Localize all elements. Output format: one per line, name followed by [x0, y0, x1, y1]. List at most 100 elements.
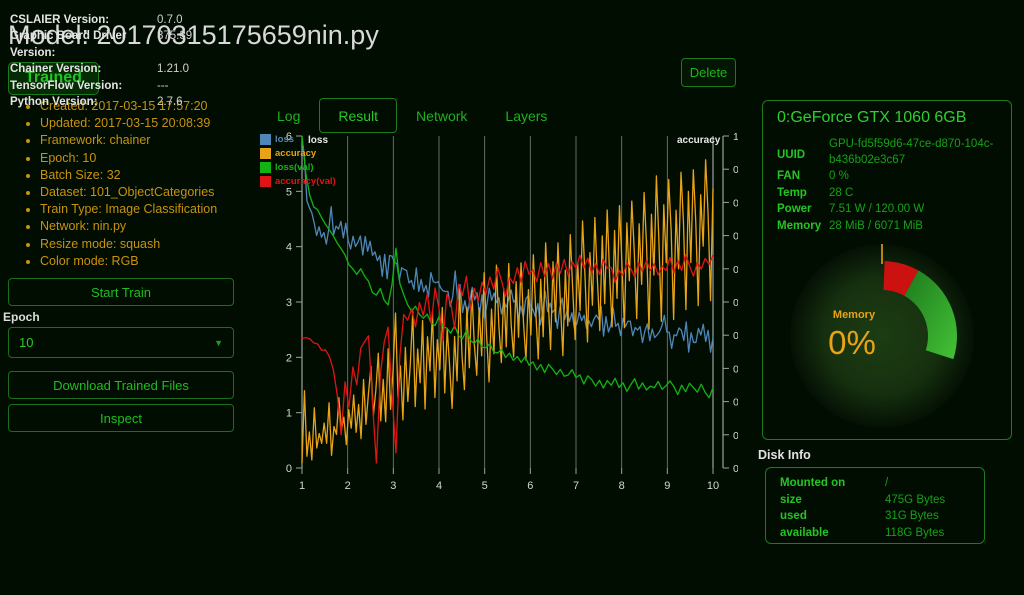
version-value: 2.7.6 [157, 96, 183, 109]
chevron-down-icon: ▼ [214, 337, 223, 348]
series-line-lossval [301, 136, 714, 399]
list-item: Framework: chainer [40, 132, 217, 149]
epoch-select[interactable]: 10 ▼ [8, 327, 234, 358]
axis-tick-label: 0.4 [733, 330, 738, 342]
axis-tick-label: 0.1 [733, 430, 738, 442]
legend-swatch-icon [260, 148, 271, 159]
legend-swatch-icon [260, 134, 271, 145]
meta-text: Network: nin.py [40, 219, 127, 234]
delete-button[interactable]: Delete [681, 58, 736, 87]
tab-label: Network [416, 107, 468, 124]
list-item: Dataset: 101_ObjectCategories [40, 184, 217, 201]
gpu-stat-row: Memory 28 MiB / 6071 MiB [777, 219, 1002, 235]
axis-tick-label: 0.9 [733, 164, 738, 176]
gpu-stat-row: Power 7.51 W / 120.00 W [777, 202, 1002, 218]
legend-item: loss [260, 133, 336, 146]
inspect-button[interactable]: Inspect [8, 404, 234, 432]
axis-tick-label: 0.5 [733, 297, 738, 309]
list-item: Color mode: RGB [40, 253, 217, 270]
start-train-button[interactable]: Start Train [8, 278, 234, 306]
result-chart: loss accuracy loss(val) accuracy(val) loss … [258, 128, 738, 498]
version-value: 375.39 [157, 30, 193, 43]
version-value: 0.7.0 [157, 14, 183, 26]
version-row: CSLAIER Version: 0.7.0 [10, 12, 268, 28]
disk-stat-value: 475G Bytes [885, 493, 946, 506]
legend-label: accuracy(val) [275, 175, 336, 187]
disk-stat-row: used 31G Bytes [780, 508, 984, 525]
gpu-stat-value: 0 % [829, 170, 849, 182]
meta-text: Updated: 2017-03-15 20:08:39 [40, 116, 211, 131]
version-value: 1.21.0 [157, 63, 189, 76]
disk-info-title: Disk Info [758, 448, 811, 462]
axis-tick-label: 8 [619, 480, 625, 492]
disk-stat-row: Mounted on / [780, 475, 984, 492]
version-key: TensorFlow Version: [10, 79, 123, 92]
version-value: --- [157, 79, 169, 92]
axis-tick-label: 7 [573, 480, 579, 492]
list-item: Batch Size: 32 [40, 167, 217, 184]
axis-tick-label: 1 [286, 408, 292, 420]
legend-item: accuracy [260, 147, 336, 160]
tab-label: Layers [505, 107, 548, 124]
axis-tick-label: 10 [707, 480, 719, 492]
axis-tick-label: 0.6 [733, 264, 738, 276]
version-key: Graphic Board Driver Version: [10, 30, 127, 59]
gpu-stat-key: UUID [777, 149, 806, 161]
gpu-stat-row: Temp 28 C [777, 186, 1002, 202]
disk-stat-key: Mounted on [780, 477, 846, 489]
list-item: Resize mode: squash [40, 236, 217, 253]
meta-text: Batch Size: 32 [40, 167, 121, 182]
model-meta-list: Created: 2017-03-15 17:57:20Updated: 201… [22, 98, 217, 270]
version-info-list: CSLAIER Version: 0.7.0 Graphic Board Drive… [10, 12, 268, 110]
version-row: Python Version: 2.7.6 [10, 94, 268, 110]
version-key: Chainer Version: [10, 63, 102, 76]
gpu-stat-row: UUID GPU-fd5f59d6-47ce-d870-104c-b436b02e… [777, 137, 1002, 168]
disk-stat-value: / [885, 477, 889, 489]
version-row: TensorFlow Version: --- [10, 78, 268, 94]
disk-stat-key: used [780, 510, 807, 523]
legend-label: loss(val) [275, 161, 314, 173]
disk-stat-row: size 475G Bytes [780, 492, 984, 509]
axis-tick-label: 0.8 [733, 197, 738, 209]
axis-tick-label: 0 [286, 463, 292, 475]
disk-stat-value: 118G Bytes [885, 526, 945, 539]
gpu-stat-key: Power [777, 203, 812, 215]
axis-tick-label: 6 [527, 480, 533, 492]
series-line-accuracyval [301, 253, 714, 464]
meta-text: Train Type: Image Classification [40, 202, 218, 217]
disk-info-panel: Mounted on / size 475G Bytes used 31G Bytes av… [765, 467, 985, 544]
gpu-title: 0:GeForce GTX 1060 6GB [777, 109, 967, 126]
axis-tick-label: 0.2 [733, 397, 738, 409]
chart-legend: loss accuracy loss(val) accuracy(val) [260, 133, 336, 189]
epoch-select-value: 10 [19, 335, 34, 350]
meta-text: Epoch: 10 [40, 150, 97, 165]
list-item: Network: nin.py [40, 218, 217, 235]
gpu-stat-row: FAN 0 % [777, 169, 1002, 185]
version-key: Python Version: [10, 96, 98, 109]
app-root: Model: 20170315175659nin.py Trained Dele… [0, 0, 1024, 595]
download-trained-files-button[interactable]: Download Trained Files [8, 371, 234, 399]
tab-label: Result [338, 107, 379, 124]
gpu-stat-value: GPU-fd5f59d6-47ce-d870-104c-b436b02e3c67 [829, 138, 994, 166]
list-item: Epoch: 10 [40, 150, 217, 167]
series-line-accuracy [301, 159, 714, 463]
y-axis-right-title: accuracy [677, 135, 721, 146]
disk-stat-key: size [780, 493, 802, 506]
axis-tick-label: 0.0 [733, 463, 738, 475]
axis-tick-label: 5 [482, 480, 488, 492]
axis-tick-label: 1 [299, 480, 305, 492]
gpu-stat-value: 7.51 W / 120.00 W [829, 203, 925, 215]
axis-tick-label: 2 [286, 352, 292, 364]
epoch-label: Epoch [3, 310, 40, 324]
legend-swatch-icon [260, 162, 271, 173]
gauge-label: Memory [833, 309, 876, 321]
legend-label: accuracy [275, 147, 317, 159]
disk-stat-key: available [780, 526, 829, 539]
memory-gauge: Memory 0% [763, 241, 1011, 439]
meta-text: Framework: chainer [40, 133, 151, 148]
gpu-stat-value: 28 C [829, 186, 854, 199]
list-item: Updated: 2017-03-15 20:08:39 [40, 115, 217, 132]
list-item: Train Type: Image Classification [40, 201, 217, 218]
gpu-stat-key: Memory [777, 219, 822, 232]
axis-tick-label: 0.7 [733, 231, 738, 243]
